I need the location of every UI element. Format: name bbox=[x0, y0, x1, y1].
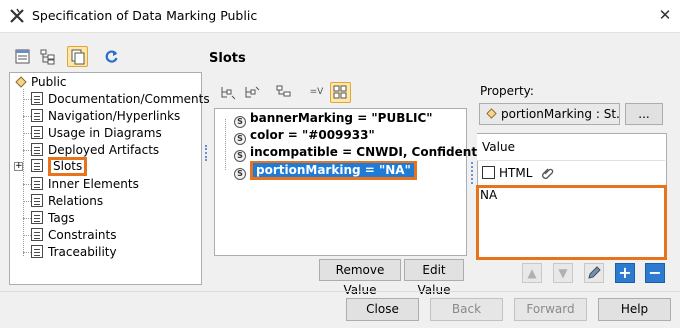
close-icon[interactable]: ✕ bbox=[656, 6, 674, 24]
show-all-icon[interactable] bbox=[67, 46, 88, 67]
slot-row[interactable]: SbannerMarking = "PUBLIC" bbox=[234, 110, 433, 128]
instance-icon bbox=[15, 76, 27, 88]
document-icon bbox=[31, 211, 43, 224]
slot-label: bannerMarking = "PUBLIC" bbox=[250, 111, 433, 125]
collapse-all-icon[interactable] bbox=[241, 82, 262, 103]
category-tree: Public Documentation/Comments Navigation… bbox=[9, 72, 210, 285]
document-icon bbox=[31, 109, 43, 122]
tree-item-inner-elements[interactable]: Inner Elements bbox=[31, 176, 139, 193]
tree-item-label: Inner Elements bbox=[48, 177, 139, 191]
document-icon bbox=[31, 177, 43, 190]
edit-pencil-icon[interactable] bbox=[584, 263, 604, 283]
tree-guide-line bbox=[23, 235, 31, 236]
tree-structure-icon[interactable] bbox=[273, 82, 294, 103]
html-checkbox[interactable] bbox=[482, 166, 495, 179]
html-label: HTML bbox=[499, 166, 533, 180]
tree-item-slots[interactable]: Slots bbox=[31, 157, 88, 176]
document-icon bbox=[31, 143, 43, 156]
browse-button[interactable]: ... bbox=[625, 103, 663, 125]
document-icon bbox=[31, 126, 43, 139]
tree-item-relations[interactable]: Relations bbox=[31, 193, 103, 210]
slot-label: incompatible = CNWDI, Confidential bbox=[250, 145, 494, 159]
value-filter-icon[interactable]: =V bbox=[306, 82, 327, 103]
document-icon bbox=[31, 92, 43, 105]
move-down-icon[interactable]: ▼ bbox=[553, 263, 573, 283]
html-toggle[interactable]: HTML bbox=[482, 164, 555, 182]
tree-view-icon[interactable] bbox=[37, 46, 58, 67]
grid-view-icon[interactable] bbox=[330, 82, 351, 103]
expand-all-icon[interactable] bbox=[217, 82, 238, 103]
add-icon[interactable]: + bbox=[615, 263, 635, 283]
forward-button[interactable]: Forward bbox=[514, 298, 587, 321]
tree-item-label: Traceability bbox=[48, 245, 117, 259]
tree-root-label: Public bbox=[31, 75, 67, 89]
app-logo-icon bbox=[10, 8, 24, 23]
vertical-splitter[interactable] bbox=[471, 162, 473, 184]
slot-label: color = "#009933" bbox=[250, 128, 375, 142]
footer-divider bbox=[0, 291, 680, 292]
property-select[interactable]: portionMarking : St... bbox=[479, 103, 620, 125]
tree-item-navigation[interactable]: Navigation/Hyperlinks bbox=[31, 108, 180, 125]
refresh-icon[interactable] bbox=[101, 46, 122, 67]
tree-guide-line bbox=[23, 133, 31, 134]
tree-guide-line bbox=[23, 184, 31, 185]
value-textarea[interactable]: NA bbox=[476, 185, 667, 260]
tree-item-label: Tags bbox=[48, 211, 75, 225]
close-button[interactable]: Close bbox=[346, 298, 419, 321]
slots-list: SbannerMarking = "PUBLIC" Scolor = "#009… bbox=[214, 108, 493, 256]
property-label: Property: bbox=[480, 84, 534, 98]
tree-item-usage[interactable]: Usage in Diagrams bbox=[31, 125, 162, 142]
tree-item-label: Constraints bbox=[48, 228, 117, 242]
tree-item-label: Relations bbox=[48, 194, 104, 208]
tree-item-constraints[interactable]: Constraints bbox=[31, 227, 116, 244]
tree-guide-line bbox=[23, 150, 31, 151]
page-title: Slots bbox=[209, 51, 246, 66]
tree-item-traceability[interactable]: Traceability bbox=[31, 244, 117, 261]
back-button[interactable]: Back bbox=[430, 298, 503, 321]
document-icon bbox=[31, 245, 43, 258]
slot-row-selected[interactable]: SportionMarking = "NA" bbox=[234, 161, 417, 180]
document-icon bbox=[31, 228, 43, 241]
attachment-icon[interactable] bbox=[541, 166, 555, 180]
tree-guide-line bbox=[23, 99, 31, 100]
slot-row[interactable]: Sincompatible = CNWDI, Confidential bbox=[234, 144, 494, 162]
property-select-value: portionMarking : St... bbox=[501, 107, 620, 121]
document-icon bbox=[31, 159, 43, 172]
tree-item-label: Usage in Diagrams bbox=[48, 126, 162, 140]
slot-label: portionMarking = "NA" bbox=[253, 163, 414, 177]
expand-icon[interactable]: + bbox=[14, 162, 23, 171]
property-icon bbox=[486, 108, 497, 119]
tree-item-tags[interactable]: Tags bbox=[31, 210, 75, 227]
edit-value-button[interactable]: Edit Value bbox=[404, 259, 464, 297]
move-up-icon[interactable]: ▲ bbox=[522, 263, 542, 283]
tree-guide-line bbox=[23, 218, 31, 219]
slot-row[interactable]: Scolor = "#009933" bbox=[234, 127, 375, 145]
remove-icon[interactable]: − bbox=[645, 263, 665, 283]
title-bar: Specification of Data Marking Public ✕ bbox=[0, 0, 680, 33]
window-title: Specification of Data Marking Public bbox=[32, 8, 258, 23]
slot-icon: S bbox=[234, 168, 246, 180]
tree-item-label: Navigation/Hyperlinks bbox=[48, 109, 181, 123]
tree-item-label: Deployed Artifacts bbox=[48, 143, 160, 157]
tree-guide-line bbox=[23, 252, 31, 253]
tree-guide-line bbox=[23, 116, 31, 117]
list-view-icon[interactable] bbox=[12, 46, 33, 67]
vertical-splitter[interactable] bbox=[205, 145, 207, 161]
tree-item-label: Slots bbox=[48, 157, 88, 176]
tree-guide-line bbox=[23, 201, 31, 202]
tree-item-documentation[interactable]: Documentation/Comments bbox=[31, 91, 210, 108]
remove-value-button[interactable]: Remove Value bbox=[319, 259, 401, 297]
tree-root-public[interactable]: Public bbox=[15, 74, 67, 91]
tree-guide-line bbox=[225, 119, 226, 170]
help-button[interactable]: Help bbox=[598, 298, 671, 321]
tree-guide-line bbox=[23, 89, 24, 256]
tree-item-label: Documentation/Comments bbox=[48, 92, 210, 106]
value-header: Value bbox=[477, 134, 665, 161]
document-icon bbox=[31, 194, 43, 207]
